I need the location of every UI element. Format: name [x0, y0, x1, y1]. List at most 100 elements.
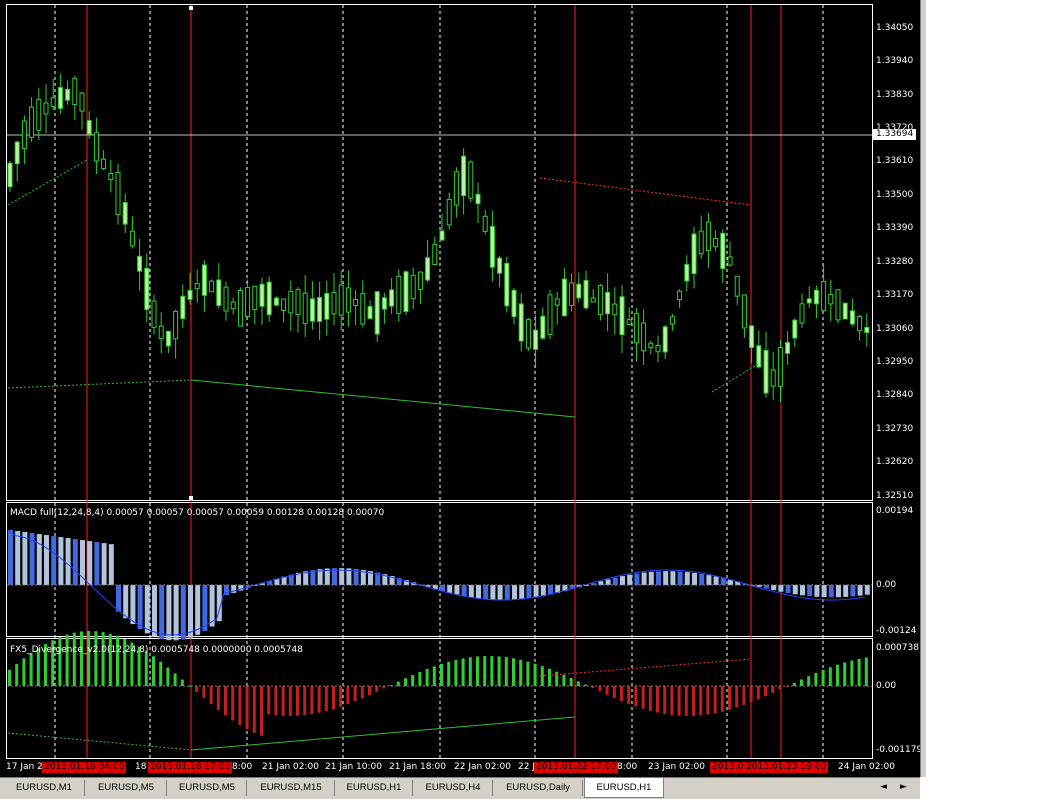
divergence-bar — [173, 673, 177, 686]
macd-histogram-bar — [533, 585, 539, 598]
candle-body — [209, 280, 215, 293]
time-axis-label: 8:00 — [232, 762, 253, 772]
divergence-bar — [440, 663, 443, 686]
divergence-bar — [375, 686, 379, 692]
candle-body — [633, 313, 639, 344]
candle-body — [425, 257, 431, 281]
candle-body — [705, 221, 711, 252]
divergence-bar — [87, 631, 91, 686]
tab-eurusd-daily[interactable]: EURUSD,Daily — [494, 780, 583, 796]
current-price-label: 1.33694 — [873, 129, 917, 140]
divergence-bar — [548, 668, 551, 686]
candle-body — [14, 141, 20, 165]
divergence-bar — [699, 686, 703, 716]
macd-axis-label: 0.00 — [876, 580, 897, 590]
macd-histogram-bar — [807, 585, 813, 597]
divergence-bar — [533, 663, 537, 686]
candle-body — [605, 291, 611, 315]
macd-histogram-bar — [123, 585, 129, 619]
macd-histogram-bar — [792, 585, 798, 595]
price-axis-label: 1.33830 — [876, 90, 914, 100]
tab-eurusd-m5[interactable]: EURUSD,M5 — [86, 780, 167, 796]
candle-body — [223, 286, 229, 312]
macd-histogram-bar — [526, 585, 532, 599]
divergence-bar — [310, 686, 314, 715]
divergence-bar — [245, 686, 249, 730]
tab-eurusd-m5-2[interactable]: EURUSD,M5 — [168, 780, 247, 796]
divergence-bar — [116, 636, 119, 686]
candle-body — [317, 297, 323, 322]
macd-histogram-bar — [180, 585, 186, 640]
macd-histogram-bar — [80, 540, 85, 585]
candle-body — [691, 233, 697, 275]
candle-body — [597, 285, 603, 315]
divergence-bar — [670, 686, 674, 716]
candle-body — [237, 290, 243, 327]
divergence-bar — [771, 686, 775, 693]
candle-body — [288, 290, 294, 314]
macd-histogram-bar — [706, 575, 712, 585]
divergence-bar — [706, 686, 710, 715]
vline-time-label: 2013.01.23 19:00 — [744, 762, 829, 773]
candle-body — [331, 291, 337, 315]
divergence-bar — [29, 653, 33, 686]
macd-histogram-bar — [87, 541, 93, 585]
tab-eurusd-m1[interactable]: EURUSD,M1 — [4, 780, 85, 796]
divergence-bar — [656, 686, 659, 713]
scroll-right-icon[interactable]: ► — [900, 782, 907, 792]
candle-body — [158, 325, 164, 340]
scrollbar-edge[interactable] — [920, 0, 926, 777]
tab-eurusd-h1[interactable]: EURUSD,H1 — [336, 780, 413, 796]
divergence-bar — [728, 686, 731, 710]
candle-body — [590, 297, 596, 303]
candle-body — [684, 263, 690, 282]
macd-histogram-bar — [684, 572, 690, 585]
divergence-title: FX5_Divergence_v2.0(12,24,8) 0.0005748 0… — [10, 645, 303, 655]
price-axis-label: 1.32510 — [876, 491, 914, 501]
divergence-bar — [260, 686, 263, 736]
candle-body — [345, 287, 351, 313]
candle-body — [857, 316, 863, 332]
vline-time-label: 2013.01.18 04:00 — [42, 762, 127, 773]
price-axis-label: 1.33940 — [876, 56, 914, 66]
vline-handle — [189, 6, 193, 10]
macd-histogram-bar — [670, 571, 676, 585]
time-axis-label: 8:00 — [617, 762, 638, 772]
chart-window[interactable]: 1.34050 1.33940 1.33830 1.33720 1.33610 … — [0, 0, 922, 777]
candle-body — [806, 298, 812, 304]
candle-body — [533, 329, 539, 350]
divergence-bar — [216, 686, 220, 710]
candle-body — [432, 243, 438, 266]
divergence-line — [7, 379, 192, 389]
scroll-left-icon[interactable]: ◄ — [880, 782, 887, 792]
tab-eurusd-m15[interactable]: EURUSD,M15 — [248, 780, 335, 796]
divergence-bar — [648, 686, 652, 711]
candle-body — [576, 283, 582, 299]
candle-body — [547, 294, 553, 335]
divergence-bar — [828, 667, 832, 686]
tab-eurusd-h4[interactable]: EURUSD,H4 — [414, 780, 493, 796]
divergence-bar — [8, 669, 11, 686]
candle-body — [403, 271, 409, 313]
macd-histogram-bar — [857, 585, 863, 596]
chart-canvas[interactable] — [0, 0, 920, 777]
macd-histogram-bar — [454, 585, 460, 595]
candle-body — [792, 319, 798, 339]
side-panel — [920, 0, 1052, 777]
candle-body — [612, 303, 618, 316]
divergence-bar — [634, 686, 638, 707]
candle-body — [734, 275, 740, 297]
candle-body — [216, 279, 222, 307]
time-axis-label: 21 Jan 02:00 — [262, 762, 319, 772]
candle-body — [439, 230, 445, 241]
candle-body — [713, 238, 719, 248]
divergence-bar — [152, 656, 155, 686]
candle-body — [266, 281, 272, 316]
divergence-bar — [281, 686, 285, 716]
candle-body — [338, 284, 344, 316]
divergence-bar — [65, 634, 69, 686]
vline-time-label: 2013.01.22 17:00 — [534, 762, 619, 773]
divergence-bar — [101, 632, 105, 686]
macd-histogram-bar — [65, 538, 71, 585]
tab-eurusd-h1-active[interactable]: EURUSD,H1 — [584, 778, 664, 798]
